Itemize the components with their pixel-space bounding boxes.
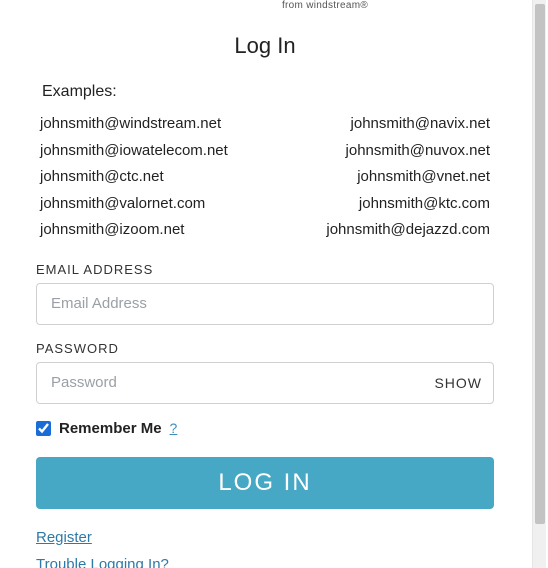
email-input[interactable] — [36, 283, 494, 325]
password-label: PASSWORD — [36, 341, 494, 356]
email-label: EMAIL ADDRESS — [36, 262, 494, 277]
register-link[interactable]: Register — [36, 529, 494, 546]
brand-tagline: from windstream® — [36, 0, 494, 11]
example-email: johnsmith@izoom.net — [40, 219, 228, 242]
example-email: johnsmith@navix.net — [326, 113, 490, 136]
trouble-logging-in-link[interactable]: Trouble Logging In? — [36, 556, 494, 568]
example-email: johnsmith@ktc.com — [326, 193, 490, 216]
password-field-group: PASSWORD SHOW — [36, 341, 494, 404]
remember-label: Remember Me — [59, 420, 162, 437]
login-button[interactable]: LOG IN — [36, 457, 494, 509]
remember-help-link[interactable]: ? — [170, 420, 178, 436]
example-email: johnsmith@vnet.net — [326, 166, 490, 189]
example-email: johnsmith@dejazzd.com — [326, 219, 490, 242]
examples-col-right: johnsmith@navix.net johnsmith@nuvox.net … — [326, 113, 490, 242]
email-field-group: EMAIL ADDRESS — [36, 262, 494, 325]
remember-checkbox[interactable] — [36, 421, 51, 436]
login-form-container: from windstream® Log In Examples: johnsm… — [0, 0, 530, 568]
examples-heading: Examples: — [36, 83, 494, 101]
page-title: Log In — [36, 33, 494, 59]
show-password-button[interactable]: SHOW — [434, 362, 482, 404]
remember-row: Remember Me ? — [36, 420, 494, 437]
examples-col-left: johnsmith@windstream.net johnsmith@iowat… — [40, 113, 228, 242]
example-email: johnsmith@ctc.net — [40, 166, 228, 189]
scrollbar-thumb[interactable] — [535, 4, 545, 524]
example-email: johnsmith@nuvox.net — [326, 140, 490, 163]
example-email: johnsmith@iowatelecom.net — [40, 140, 228, 163]
examples-grid: johnsmith@windstream.net johnsmith@iowat… — [36, 113, 494, 242]
example-email: johnsmith@windstream.net — [40, 113, 228, 136]
password-input[interactable] — [36, 362, 494, 404]
example-email: johnsmith@valornet.com — [40, 193, 228, 216]
